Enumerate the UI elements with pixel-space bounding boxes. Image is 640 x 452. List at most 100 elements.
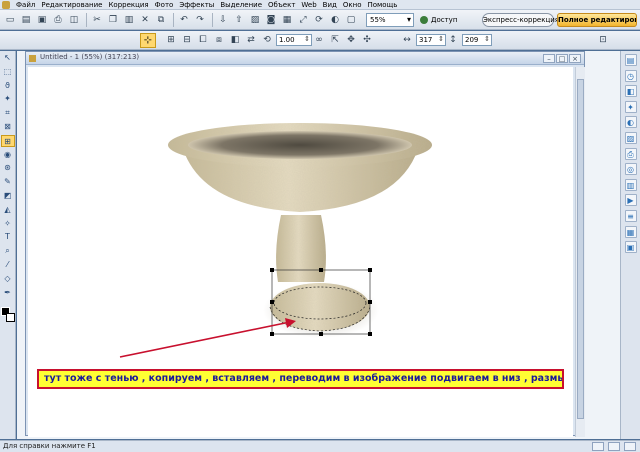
ungroup-icon[interactable]: ⧈	[212, 33, 226, 47]
menu-bar: Файл Редактирование Коррекция Фото Эффек…	[0, 0, 640, 10]
layout-icon[interactable]: ▦	[624, 225, 637, 238]
color-swatches[interactable]	[1, 307, 15, 325]
web-icon[interactable]: ◎	[624, 163, 637, 176]
rotate-object-icon[interactable]: ⟲	[260, 33, 274, 47]
color-icon[interactable]: ◐	[328, 13, 342, 27]
history-icon[interactable]: ◷	[624, 69, 637, 82]
delete-icon[interactable]: ✕	[138, 13, 152, 27]
eraser-icon[interactable]: ◩	[1, 190, 15, 202]
transform-options-icon[interactable]: ✥	[344, 33, 358, 47]
pick-tool-icon[interactable]: ⊹	[140, 33, 156, 48]
gallery-icon[interactable]: ▦	[280, 13, 294, 27]
undo-icon[interactable]: ↶	[177, 13, 191, 27]
tab-full-edit[interactable]: Полное редактиров...	[557, 13, 637, 27]
selection-icon[interactable]: ⬚	[1, 66, 15, 78]
redo-icon[interactable]: ↷	[193, 13, 207, 27]
objects-icon[interactable]: ◧	[624, 85, 637, 98]
snap-icon[interactable]: ✣	[360, 33, 374, 47]
library-icon[interactable]: ▥	[624, 178, 637, 191]
menu-adjust[interactable]: Коррекция	[105, 0, 151, 10]
text-icon[interactable]: T	[1, 231, 15, 243]
eyedropper-icon[interactable]: ⁄	[1, 259, 15, 271]
image-icon[interactable]: ▨	[624, 131, 637, 144]
menu-window[interactable]: Окно	[340, 0, 365, 10]
access-button[interactable]: Доступ	[420, 13, 457, 27]
adjust-icon[interactable]: ▶	[624, 194, 637, 207]
pen-icon[interactable]: ✒	[1, 287, 15, 299]
zoom-select[interactable]: 55%	[366, 13, 414, 27]
open-folder-icon[interactable]: ▤	[19, 13, 33, 27]
transform-icon[interactable]: ⊠	[1, 121, 15, 133]
status-layout-icon[interactable]	[624, 442, 636, 451]
layers-icon[interactable]: ▤	[624, 54, 637, 66]
effects-icon[interactable]: ✦	[624, 100, 637, 113]
status-view-icon[interactable]	[608, 442, 620, 451]
crop-icon[interactable]: ⌗	[1, 107, 15, 119]
rotate-icon[interactable]: ⟳	[312, 13, 326, 27]
print-icon[interactable]: ⎙	[51, 13, 65, 27]
status-grid-icon[interactable]	[592, 442, 604, 451]
height-input[interactable]: 209	[462, 34, 492, 46]
clone-icon[interactable]: ⊛	[1, 162, 15, 174]
maximize-icon[interactable]: □	[556, 54, 568, 63]
align-icon[interactable]: ⊞	[164, 33, 178, 47]
menu-web[interactable]: Web	[298, 0, 319, 10]
save-icon[interactable]: ▣	[35, 13, 49, 27]
paste-icon[interactable]: ▥	[122, 13, 136, 27]
straighten-icon[interactable]: ⊞	[0, 134, 15, 147]
new-file-icon[interactable]: ▭	[3, 13, 17, 27]
scale-input[interactable]: 1.00	[276, 34, 312, 46]
info-icon[interactable]: ▣	[624, 241, 637, 254]
width-input[interactable]: 317	[416, 34, 446, 46]
background-color[interactable]	[6, 313, 15, 322]
transform-mode-icon[interactable]: ⇱	[328, 33, 342, 47]
scrollbar-thumb[interactable]	[577, 79, 584, 419]
menu-selection[interactable]: Выделение	[217, 0, 265, 10]
shape-icon[interactable]: ◇	[1, 273, 15, 285]
image-icon[interactable]: ▨	[248, 13, 262, 27]
group-icon[interactable]: ⧠	[196, 33, 210, 47]
image-canvas[interactable]: тут тоже с тенью , копируем , вставляем …	[28, 67, 573, 437]
fit-icon[interactable]: ⊡	[596, 33, 610, 47]
import-icon[interactable]: ⇩	[216, 13, 230, 27]
color-icon[interactable]: ◐	[624, 116, 637, 129]
cut-icon[interactable]: ✂	[90, 13, 104, 27]
red-eye-icon[interactable]: ◉	[1, 149, 15, 161]
resize-icon[interactable]: ⤢	[296, 13, 310, 27]
fill-icon[interactable]: ◭	[1, 204, 15, 216]
tab-express-fix[interactable]: Экспресс-коррекция	[482, 13, 559, 27]
zoom-icon[interactable]: ⌕	[1, 245, 15, 257]
menu-photo[interactable]: Фото	[152, 0, 177, 10]
menu-effects[interactable]: Эффекты	[176, 0, 217, 10]
vertical-scrollbar[interactable]	[575, 67, 585, 437]
camera-icon[interactable]: ◙	[264, 13, 278, 27]
vase-base	[263, 282, 379, 338]
minimize-icon[interactable]: –	[543, 54, 555, 63]
export-icon[interactable]: ⇧	[232, 13, 246, 27]
menu-edit[interactable]: Редактирование	[38, 0, 105, 10]
distribute-icon[interactable]: ⊟	[180, 33, 194, 47]
brush-icon[interactable]: ✎	[1, 176, 15, 188]
menu-help[interactable]: Помощь	[364, 0, 400, 10]
magic-wand-icon[interactable]: ✦	[1, 93, 15, 105]
retouch-icon[interactable]: ✧	[1, 218, 15, 230]
print-icon[interactable]: ⎙	[624, 147, 637, 160]
toolbar-divider	[212, 12, 213, 27]
duplicate-icon[interactable]: ⧉	[154, 13, 168, 27]
lasso-icon[interactable]: ϑ	[1, 80, 15, 92]
scan-icon[interactable]: ◫	[67, 13, 81, 27]
pointer-icon[interactable]: ↖	[1, 52, 15, 64]
frame-icon[interactable]: ▢	[344, 13, 358, 27]
link-icon[interactable]: ∞	[312, 33, 326, 47]
toolbar-divider	[173, 12, 174, 27]
menu-view[interactable]: Вид	[320, 0, 340, 10]
status-text: Для справки нажмите F1	[3, 442, 96, 450]
document-titlebar[interactable]: Untitled - 1 (55%) (317:213) – □ ×	[26, 52, 584, 65]
close-icon[interactable]: ×	[569, 54, 581, 63]
copy-icon[interactable]: ❐	[106, 13, 120, 27]
flip-icon[interactable]: ⇄	[244, 33, 258, 47]
order-icon[interactable]: ◧	[228, 33, 242, 47]
menu-file[interactable]: Файл	[13, 0, 38, 10]
options-icon[interactable]: ≡	[624, 209, 637, 222]
menu-object[interactable]: Объект	[265, 0, 298, 10]
